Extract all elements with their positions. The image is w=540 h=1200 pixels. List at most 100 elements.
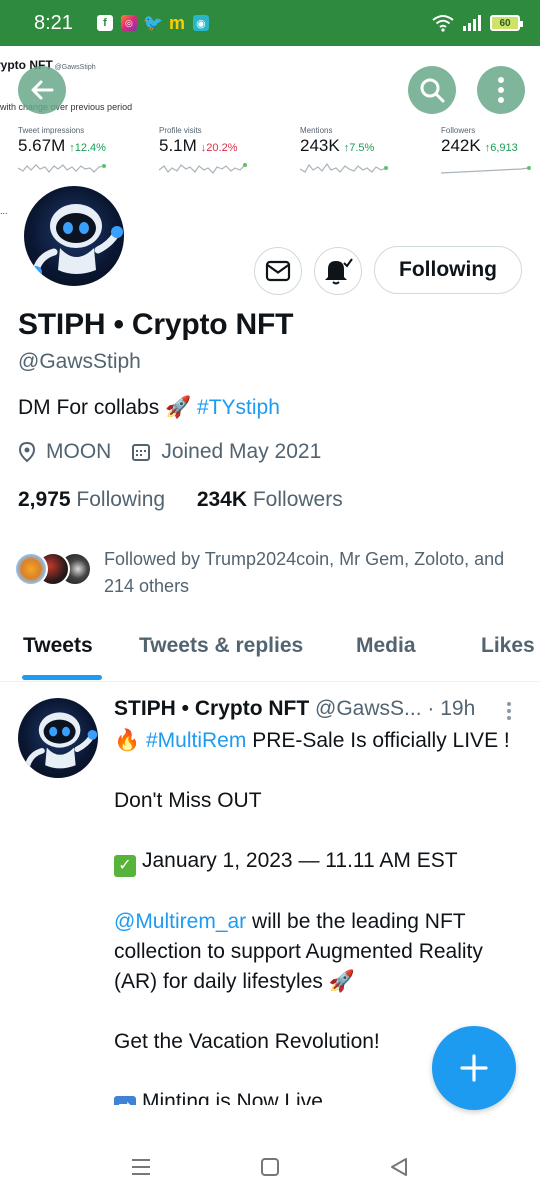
avatar — [14, 552, 48, 586]
fire-emoji: 🔥 — [114, 729, 141, 752]
tweet-line-text: PRE-Sale Is officially LIVE ! — [246, 729, 510, 752]
location-text: MOON — [46, 440, 112, 463]
metric-value: 243K — [300, 136, 340, 155]
metric-label: Followers — [441, 126, 476, 135]
metric-change-value: 20.2% — [206, 142, 238, 154]
more-options-button[interactable] — [477, 66, 525, 114]
twitter-icon: 🐦 — [142, 15, 163, 32]
metric-change: ↓20.2% — [200, 142, 238, 154]
tab-media[interactable]: Media — [356, 634, 416, 658]
bio-hashtag[interactable]: #TYstiph — [197, 396, 280, 419]
wifi-icon — [432, 15, 454, 32]
app-icon: ◉ — [192, 15, 209, 31]
tweet-mention[interactable]: @Multirem_ar — [114, 910, 246, 933]
message-button[interactable] — [254, 247, 302, 295]
more-vertical-icon — [498, 77, 504, 103]
metric-followers: Followers 242K ↑6,913 — [441, 126, 540, 176]
followers-stat[interactable]: 234K Followers — [197, 488, 343, 511]
signal-icon — [463, 15, 481, 31]
arrow-left-icon — [31, 80, 54, 100]
sparkline — [18, 164, 106, 173]
metric-change: ↑6,913 — [484, 142, 518, 154]
sparkline — [159, 163, 247, 174]
notification-icons: f ◎ 🐦 m ◉ — [96, 12, 209, 33]
tweet-line-text: January 1, 2023 — 11.11 AM EST — [142, 849, 458, 872]
following-count: 2,975 — [18, 488, 71, 511]
check-mark-icon: ✓ — [114, 855, 136, 877]
compose-tweet-button[interactable] — [432, 1026, 516, 1110]
instagram-icon: ◎ — [120, 15, 137, 31]
followed-by-text: Followed by Trump2024coin, Mr Gem, Zolot… — [104, 549, 505, 596]
metric-label: Mentions — [300, 126, 333, 135]
bio-text: DM For collabs 🚀 — [18, 396, 198, 419]
tab-likes[interactable]: Likes — [481, 634, 535, 658]
metric-value: 5.67M — [18, 136, 66, 155]
robot-avatar-image — [30, 204, 123, 278]
metric-label: Profile visits — [159, 126, 202, 135]
banner-ellipsis: ... — [0, 206, 8, 216]
search-icon — [420, 78, 445, 103]
bell-check-icon — [325, 258, 353, 285]
metric-change: ↑7.5% — [343, 142, 375, 154]
followers-label: Followers — [252, 488, 343, 511]
metric-value: 242K — [441, 136, 481, 155]
calendar-icon — [132, 444, 151, 461]
follow-stats: 2,975 Following 234K Followers — [18, 488, 343, 512]
tweet-avatar[interactable] — [18, 698, 98, 778]
metric-change-value: 7.5% — [349, 142, 375, 154]
following-button[interactable]: Following — [374, 246, 522, 294]
sparkline — [300, 162, 388, 173]
notifications-button[interactable] — [314, 247, 362, 295]
metric-mentions: Mentions 243K ↑7.5% — [300, 126, 420, 176]
location-pin-icon — [18, 441, 36, 463]
mcdonalds-icon: m — [168, 12, 185, 33]
tweet-hashtag[interactable]: #MultiRem — [146, 729, 246, 752]
tweet-line: @Multirem_ar will be the leading NFT col… — [114, 907, 529, 997]
profile-bio: DM For collabs 🚀 #TYstiph — [18, 396, 280, 420]
followed-by[interactable]: Followed by Trump2024coin, Mr Gem, Zolot… — [14, 546, 524, 600]
tweet-time: 19h — [440, 697, 476, 720]
tweet-line-text: Minting is Now Live — [142, 1090, 323, 1105]
system-nav-bar — [0, 1136, 540, 1200]
metric-change-value: 6,913 — [490, 142, 518, 154]
recent-apps-icon[interactable] — [130, 1156, 152, 1178]
battery-icon: 60 — [490, 15, 523, 31]
tab-tweets[interactable]: Tweets — [23, 634, 93, 658]
sparkline — [441, 166, 531, 174]
tweet-line: Don't Miss OUT — [114, 789, 262, 812]
status-bar: 8:21 f ◎ 🐦 m ◉ 60 — [0, 0, 540, 46]
follower-avatars — [14, 552, 92, 586]
joined-text: Joined May 2021 — [161, 440, 322, 463]
metric-tweet-impressions: Tweet impressions 5.67M ↑12.4% — [18, 126, 138, 176]
banner-handle: @GawsStiph — [54, 64, 96, 71]
plus-icon — [460, 1054, 488, 1082]
metric-change: ↑12.4% — [69, 142, 106, 154]
metric-label: Tweet impressions — [18, 126, 85, 135]
profile-avatar[interactable] — [20, 182, 128, 290]
tweet-header: STIPH • Crypto NFT @GawsS... · 19h — [114, 697, 475, 721]
location: MOON — [18, 440, 111, 464]
tab-tweets-replies[interactable]: Tweets & replies — [139, 634, 303, 658]
metric-value: 5.1M — [159, 136, 197, 155]
following-stat[interactable]: 2,975 Following — [18, 488, 165, 511]
home-icon[interactable] — [259, 1156, 281, 1178]
metric-change-value: 12.4% — [74, 142, 106, 154]
profile-name: STIPH • Crypto NFT — [18, 308, 294, 341]
tweet-author-handle[interactable]: @GawsS... — [315, 697, 422, 720]
status-time: 8:21 — [34, 11, 73, 34]
following-label: Following — [76, 488, 166, 511]
followers-count: 234K — [196, 488, 248, 511]
tweet-line: ✓ January 1, 2023 — 11.11 AM EST — [114, 846, 529, 877]
arrow-right-icon: ➡ — [114, 1096, 136, 1105]
tweet-dot: · — [427, 697, 435, 720]
tweet-more-icon[interactable] — [503, 700, 515, 724]
back-button[interactable] — [18, 66, 66, 114]
tweet-line: 🔥 #MultiRem PRE-Sale Is officially LIVE … — [114, 726, 529, 756]
back-nav-icon[interactable] — [388, 1156, 410, 1178]
tweet-author-name[interactable]: STIPH • Crypto NFT — [114, 697, 309, 720]
profile-handle: @GawsStiph — [18, 350, 141, 373]
banner-subtitle: with change over previous period — [0, 102, 133, 112]
mail-icon — [265, 260, 291, 282]
profile-tabs: Tweets Tweets & replies Media Likes — [0, 620, 540, 682]
search-button[interactable] — [408, 66, 456, 114]
